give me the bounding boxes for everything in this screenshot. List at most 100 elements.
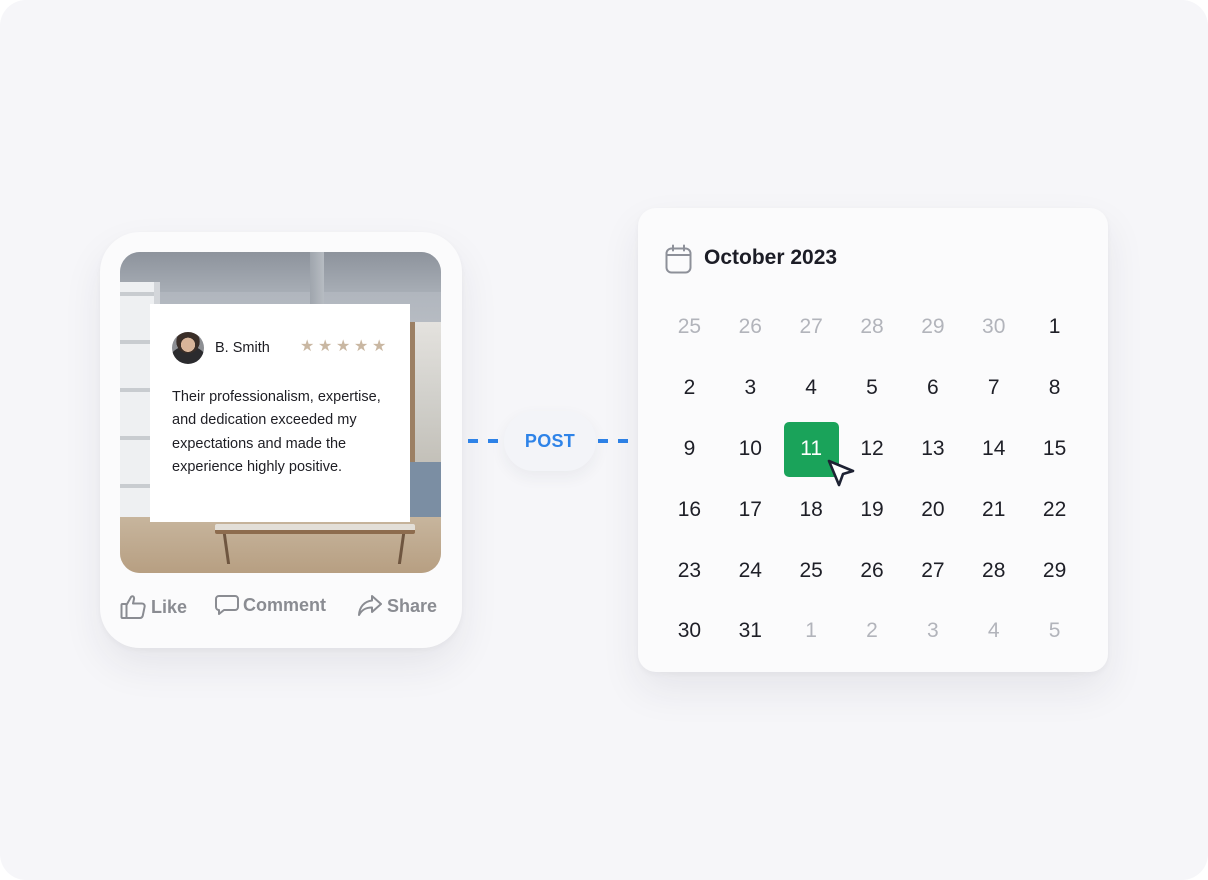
calendar-day-number: 20	[921, 497, 945, 521]
calendar-day[interactable]: 3	[720, 358, 781, 419]
post-pill[interactable]: POST	[504, 411, 596, 471]
calendar-day[interactable]: 27	[902, 540, 963, 601]
calendar-day-number: 24	[738, 558, 762, 582]
comment-button[interactable]: Comment	[215, 594, 326, 616]
star-icon: ★	[354, 338, 369, 355]
calendar-day-number: 29	[1042, 558, 1067, 582]
calendar-day-number: 3	[744, 376, 757, 400]
calendar-day-number: 17	[738, 497, 762, 521]
calendar-day-number: 14	[982, 436, 1006, 460]
calendar-day[interactable]: 8	[1024, 358, 1085, 419]
calendar-day-number: 3	[927, 619, 939, 643]
calendar-day-outside-month[interactable]: 28	[842, 297, 903, 358]
calendar-day-number: 30	[677, 619, 702, 643]
calendar-day-outside-month[interactable]: 3	[902, 601, 963, 662]
like-button[interactable]: Like	[120, 594, 187, 620]
share-button[interactable]: Share	[357, 594, 437, 618]
share-icon	[358, 595, 382, 616]
like-label: Like	[151, 596, 188, 617]
calendar-day-number: 11	[800, 436, 823, 460]
calendar-day[interactable]: 21	[963, 479, 1024, 540]
calendar-day[interactable]: 4	[781, 358, 842, 419]
connector-dash-right	[598, 439, 640, 443]
calendar-day[interactable]: 22	[1024, 479, 1085, 540]
calendar-day-number: 6	[927, 376, 939, 400]
calendar-month-title: October 2023	[704, 246, 838, 269]
calendar-day-number: 9	[683, 436, 696, 460]
calendar-day[interactable]: 20	[902, 479, 963, 540]
post-pill-label: POST	[524, 430, 576, 451]
calendar-day-outside-month[interactable]: 4	[963, 601, 1024, 662]
calendar-day[interactable]: 15	[1024, 419, 1085, 480]
calendar-day[interactable]: 25	[781, 540, 842, 601]
post-actions: Like Comment Share	[120, 594, 442, 622]
calendar-day-outside-month[interactable]: 5	[1024, 601, 1085, 662]
calendar-day-number: 26	[860, 558, 884, 582]
calendar-day-outside-month[interactable]: 1	[781, 601, 842, 662]
calendar-day[interactable]: 7	[963, 358, 1024, 419]
pointer-cursor-icon	[827, 459, 855, 487]
calendar-day-outside-month[interactable]: 29	[902, 297, 963, 358]
calendar-day-outside-month[interactable]: 25	[659, 297, 720, 358]
avatar	[172, 332, 204, 364]
calendar-day-number: 30	[982, 315, 1006, 339]
calendar-day[interactable]: 9	[659, 419, 720, 480]
calendar-day-number: 1	[1048, 315, 1061, 339]
calendar-day-number: 28	[982, 558, 1006, 582]
calendar-day-number: 5	[866, 376, 878, 400]
calendar-day-number: 21	[982, 497, 1006, 521]
comment-icon	[215, 595, 239, 615]
calendar-day[interactable]: 10	[720, 419, 781, 480]
calendar-day-number: 7	[987, 376, 1000, 400]
photo-table	[215, 524, 415, 534]
calendar-day[interactable]: 13	[902, 419, 963, 480]
calendar-day-number: 4	[987, 619, 1000, 643]
calendar-day-number: 25	[799, 558, 823, 582]
calendar-day-number: 31	[738, 619, 762, 643]
star-icon: ★	[318, 338, 333, 355]
calendar-day[interactable]: 1	[1024, 297, 1085, 358]
calendar-day-number: 16	[677, 497, 702, 521]
calendar-day[interactable]: 16	[659, 479, 720, 540]
calendar-day[interactable]: 17	[720, 479, 781, 540]
calendar-day-outside-month[interactable]: 27	[781, 297, 842, 358]
calendar-day-number: 23	[677, 558, 702, 582]
calendar-day-outside-month[interactable]: 2	[842, 601, 903, 662]
calendar-day[interactable]: 29	[1024, 540, 1085, 601]
calendar-day-number: 25	[677, 315, 702, 339]
calendar-day[interactable]: 30	[659, 601, 720, 662]
thumbs-up-icon	[120, 595, 146, 619]
calendar-day[interactable]: 5	[842, 358, 903, 419]
calendar-day[interactable]: 26	[842, 540, 903, 601]
share-label: Share	[387, 595, 438, 616]
calendar-card: October 2023 25 26 27 28 29 30 1 2 3 4 5 6 7 8 9 10 11 12…	[638, 208, 1108, 672]
calendar-day-number: 22	[1042, 497, 1067, 521]
calendar-day-number: 2	[683, 376, 696, 400]
calendar-icon	[665, 244, 692, 274]
calendar-day[interactable]: 2	[659, 358, 720, 419]
reviewer-name: B. Smith	[215, 340, 270, 356]
calendar-day-grid: 25 26 27 28 29 30 1 2 3 4 5 6 7 8 9 10 11 12 13 14 15 16 17 18 1…	[659, 297, 1085, 662]
calendar-day[interactable]: 14	[963, 419, 1024, 480]
review-box: B. Smith ★ ★ ★ ★ ★ Their professionalism…	[150, 304, 410, 522]
calendar-day-outside-month[interactable]: 30	[963, 297, 1024, 358]
calendar-day-number: 29	[921, 315, 945, 339]
calendar-day-number: 1	[805, 619, 817, 643]
calendar-day[interactable]: 23	[659, 540, 720, 601]
calendar-day[interactable]: 24	[720, 540, 781, 601]
connector-dash-left	[468, 439, 508, 443]
post-card: B. Smith ★ ★ ★ ★ ★ Their professionalism…	[100, 232, 462, 648]
star-rating: ★ ★ ★ ★ ★	[300, 338, 387, 355]
star-icon: ★	[336, 338, 351, 355]
calendar-day[interactable]: 6	[902, 358, 963, 419]
review-text: Their professionalism, expertise, and de…	[172, 389, 381, 475]
calendar-day-number: 8	[1048, 376, 1061, 400]
calendar-day-outside-month[interactable]: 26	[720, 297, 781, 358]
calendar-day-number: 26	[738, 315, 762, 339]
calendar-day-number: 13	[921, 436, 945, 460]
calendar-day-number: 12	[860, 436, 884, 460]
calendar-day[interactable]: 28	[963, 540, 1024, 601]
calendar-day-number: 18	[799, 497, 823, 521]
calendar-day[interactable]: 31	[720, 601, 781, 662]
calendar-day-number: 5	[1048, 619, 1061, 643]
